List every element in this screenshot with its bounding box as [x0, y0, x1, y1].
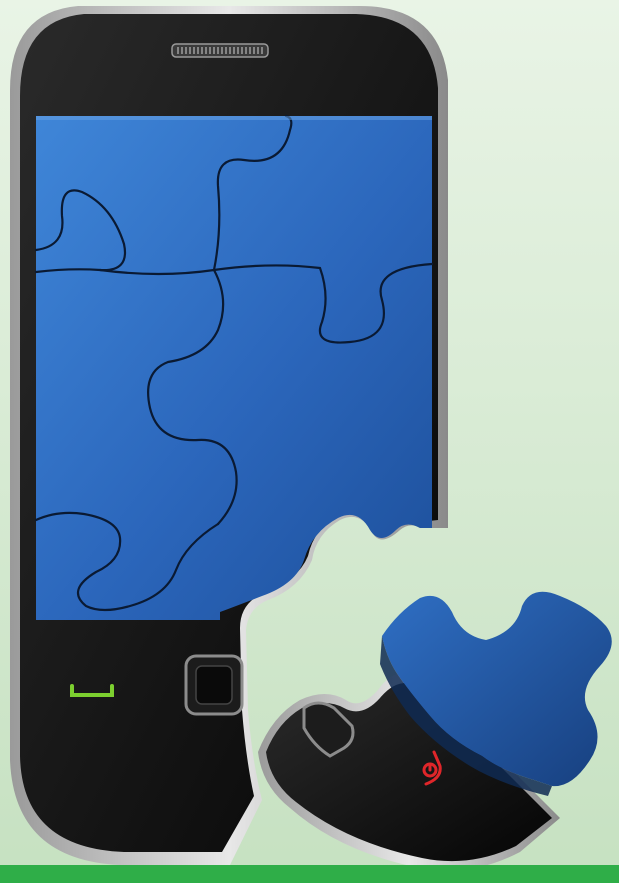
- speaker-grille-icon: [171, 43, 269, 58]
- screen-edge: [36, 116, 432, 120]
- puzzle-phone-illustration: [0, 0, 619, 883]
- home-button-icon[interactable]: [184, 654, 244, 716]
- footer-bar: [0, 865, 619, 883]
